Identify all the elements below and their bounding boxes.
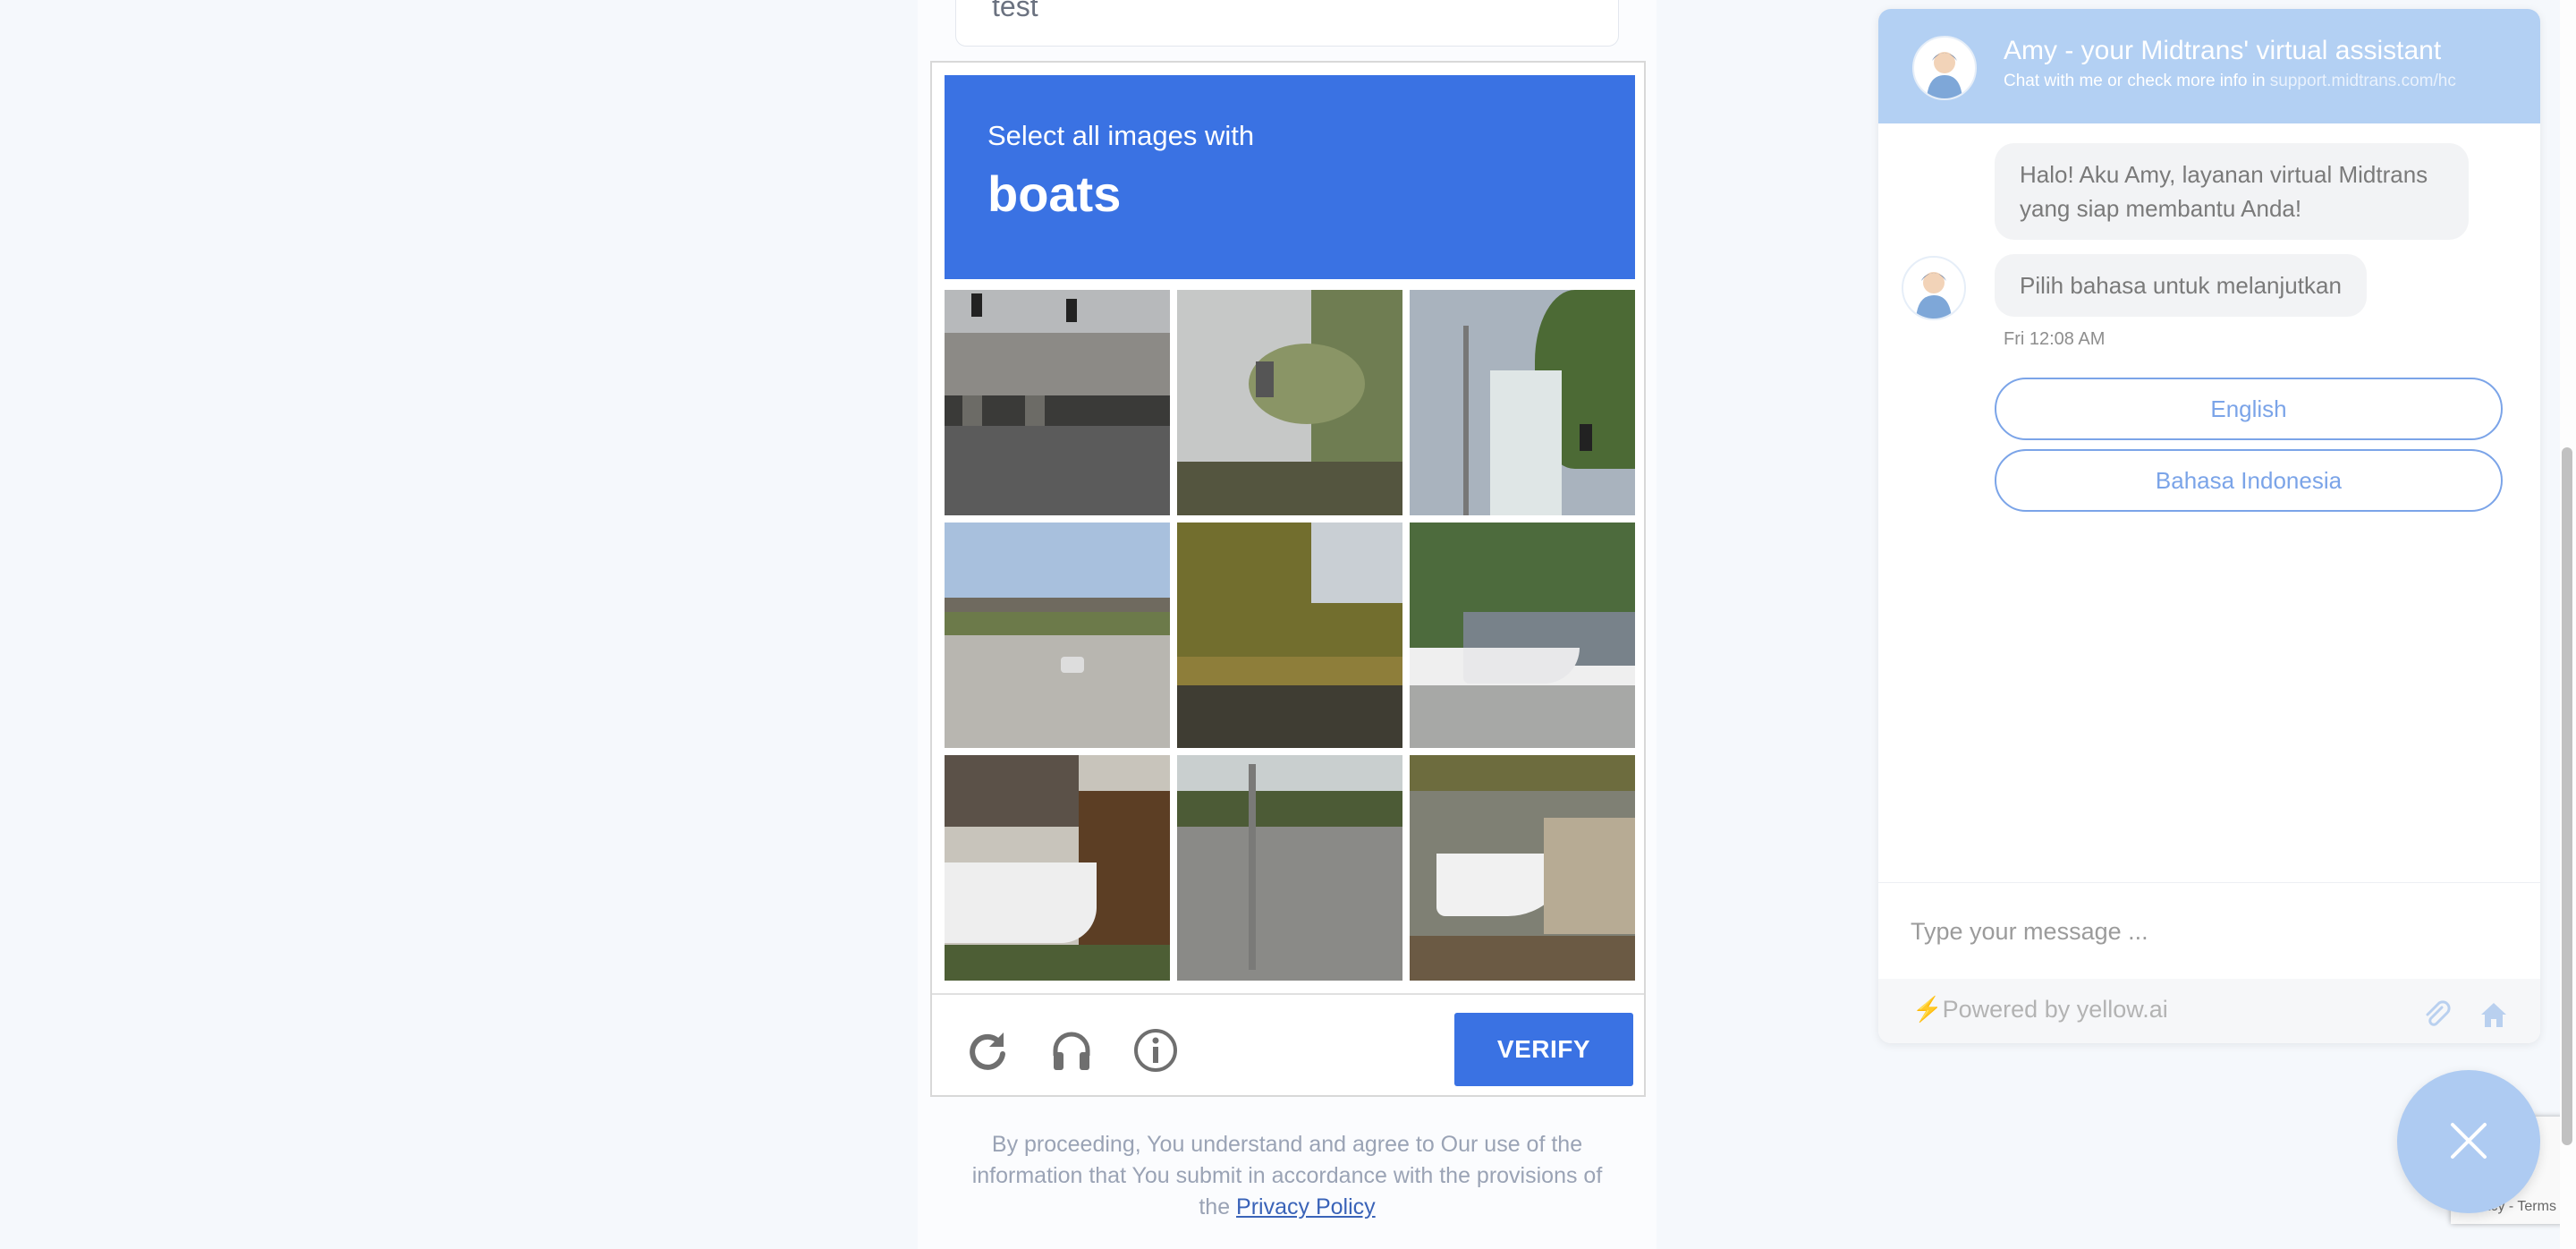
captcha-widget: Select all images with boats VERIFY [930,61,1646,1097]
verify-button[interactable]: VERIFY [1454,1013,1633,1086]
chat-message-input[interactable] [1909,908,2449,955]
powered-by-text: Powered by yellow.ai [1942,996,2168,1023]
captcha-controls: VERIFY [932,993,1644,1099]
info-icon[interactable] [1132,1027,1179,1074]
chat-footer: ⚡Powered by yellow.ai [1878,979,2540,1043]
chat-header: Amy - your Midtrans' virtual assistant C… [1878,9,2540,123]
captcha-tile-5[interactable] [1177,523,1402,748]
chat-message-language-prompt: Pilih bahasa untuk melanjutkan [1995,254,2367,317]
message-avatar [1902,256,1966,320]
powered-by: ⚡Powered by yellow.ai [1912,995,2168,1024]
captcha-image-grid [945,290,1635,982]
chat-subtitle: Chat with me or check more info in suppo… [2004,72,2456,91]
captcha-instruction: Select all images with [987,120,1255,151]
captcha-target-object: boats [987,166,1122,222]
chat-widget: Amy - your Midtrans' virtual assistant C… [1878,9,2540,1043]
test-input-field[interactable]: test [955,0,1619,47]
chat-close-button[interactable] [2397,1070,2540,1213]
chat-message-greeting: Halo! Aku Amy, layanan virtual Midtrans … [1995,143,2469,240]
captcha-tile-7[interactable] [945,755,1170,981]
captcha-tile-9[interactable] [1410,755,1635,981]
paperclip-icon[interactable] [2420,998,2453,1031]
captcha-tile-2[interactable] [1177,290,1402,515]
privacy-policy-link[interactable]: Privacy Policy [1236,1194,1376,1219]
assistant-avatar [1912,36,1977,100]
test-input-value: test [992,0,1038,22]
captcha-tile-3[interactable] [1410,290,1635,515]
captcha-tile-8[interactable] [1177,755,1402,981]
bolt-icon: ⚡ [1912,996,1943,1023]
captcha-header: Select all images with boats [945,75,1635,279]
home-icon[interactable] [2478,998,2510,1031]
close-icon [2449,1122,2488,1163]
chat-title: Amy - your Midtrans' virtual assistant [2004,36,2442,65]
scrollbar-thumb[interactable] [2562,447,2572,1145]
reload-icon[interactable] [964,1027,1011,1074]
message-timestamp: Fri 12:08 AM [2004,329,2106,349]
captcha-tile-1[interactable] [945,290,1170,515]
chat-subtitle-text: Chat with me or check more info in [2004,72,2270,90]
consent-disclaimer: By proceeding, You understand and agree … [957,1129,1617,1223]
option-bahasa-indonesia-button[interactable]: Bahasa Indonesia [1995,449,2503,512]
captcha-tile-4[interactable] [945,523,1170,748]
option-english-button[interactable]: English [1995,378,2503,440]
headphones-icon[interactable] [1048,1027,1095,1074]
captcha-tile-6[interactable] [1410,523,1635,748]
chat-input-area [1878,882,2540,978]
support-link[interactable]: support.midtrans.com/hc [2270,72,2456,90]
